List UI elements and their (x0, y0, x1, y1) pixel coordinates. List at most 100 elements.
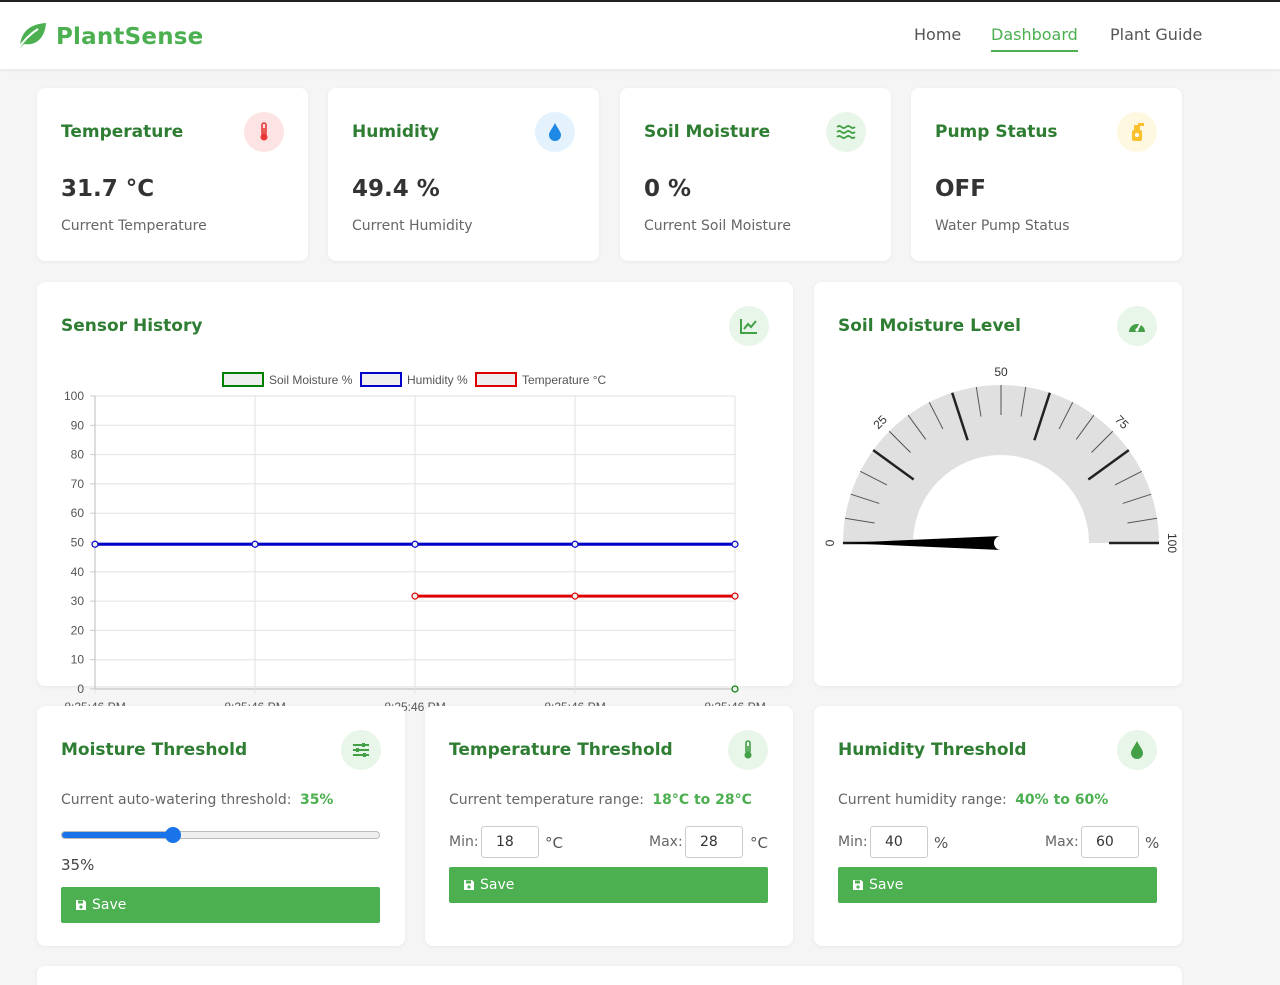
moisture-save-label: Save (92, 897, 127, 913)
y-tick-label: 100 (64, 389, 84, 403)
temperature-save-button[interactable]: Save (449, 867, 768, 903)
humidity-card: Humidity 49.4 % Current Humidity (328, 88, 599, 261)
data-point (731, 685, 739, 693)
nav-home[interactable]: Home (914, 25, 961, 44)
y-tick-label: 90 (71, 418, 85, 432)
moisture-threshold-title: Moisture Threshold (61, 740, 248, 760)
slider-thumb[interactable] (164, 827, 181, 843)
y-tick-label: 0 (77, 682, 84, 696)
nav-dashboard[interactable]: Dashboard (991, 25, 1078, 52)
soil-moisture-card: Soil Moisture 0 % Current Soil Moisture (620, 88, 891, 261)
brand[interactable]: PlantSense (16, 20, 203, 54)
soil-moisture-value: 0 % (644, 176, 692, 202)
moisture-threshold-current: 35% (299, 792, 334, 808)
data-point (731, 592, 739, 600)
legend-swatch (360, 372, 402, 387)
pump-status-value: OFF (935, 176, 986, 202)
data-point (571, 540, 579, 548)
soil-moisture-gauge: 0 25 50 75 100 (823, 365, 1179, 553)
line-chart-icon (729, 306, 769, 346)
y-tick-label: 60 (71, 506, 85, 520)
humidity-title: Humidity (352, 122, 440, 142)
temperature-value: 31.7 °C (61, 176, 155, 202)
legend-label: Humidity % (407, 373, 468, 387)
temperature-threshold-card: Temperature Threshold Current temperatur… (425, 706, 793, 946)
thermometer-icon (728, 730, 768, 770)
data-point (91, 540, 99, 548)
data-point (251, 540, 259, 548)
legend-swatch (475, 372, 517, 387)
humidity-threshold-label: Current humidity range: (838, 792, 1007, 808)
data-point (571, 592, 579, 600)
brand-name: PlantSense (56, 24, 204, 50)
y-tick-label: 80 (71, 448, 85, 462)
sliders-icon (341, 730, 381, 770)
y-tick-label: 20 (71, 623, 85, 637)
temp-max-label: Max: (649, 834, 683, 850)
soil-moisture-subtitle: Current Soil Moisture (644, 218, 791, 234)
temperature-card: Temperature 31.7 °C Current Temperature (37, 88, 308, 261)
humidity-max-input[interactable] (1081, 826, 1139, 858)
soil-moisture-title: Soil Moisture (644, 122, 771, 142)
gauge-tick-label: 50 (994, 365, 1008, 379)
slider-fill (62, 832, 173, 838)
moisture-threshold-slider[interactable] (61, 827, 380, 843)
humidity-subtitle: Current Humidity (352, 218, 473, 234)
temp-min-label: Min: (449, 834, 479, 850)
temperature-threshold-current: 18°C to 28°C (652, 792, 752, 808)
humidity-save-label: Save (869, 877, 904, 893)
humidity-max-unit: % (1145, 834, 1160, 852)
nav-plant-guide[interactable]: Plant Guide (1110, 25, 1202, 44)
save-icon (853, 880, 863, 890)
pump-status-title: Pump Status (935, 122, 1058, 142)
moisture-save-button[interactable]: Save (61, 887, 380, 923)
temperature-threshold-title: Temperature Threshold (449, 740, 673, 760)
y-tick-label: 70 (71, 477, 85, 491)
data-point (411, 540, 419, 548)
temp-min-unit: °C (545, 834, 563, 852)
gauge-tick-label: 75 (1112, 413, 1132, 433)
leaf-icon (16, 20, 48, 54)
gauge-icon (1117, 306, 1157, 346)
y-tick-label: 10 (71, 653, 85, 667)
y-tick-label: 30 (71, 594, 85, 608)
save-icon (464, 880, 474, 890)
humidity-threshold-title: Humidity Threshold (838, 740, 1027, 760)
temp-min-input[interactable] (481, 826, 539, 858)
gauge-tick-label: 25 (871, 412, 891, 432)
gauge-tick-label: 100 (1165, 533, 1179, 553)
humidity-min-input[interactable] (870, 826, 928, 858)
pump-status-card: Pump Status OFF Water Pump Status (911, 88, 1182, 261)
humidity-max-label: Max: (1045, 834, 1079, 850)
sensor-history-chart: Soil Moisture % Humidity % Temperature °C 0… (64, 372, 766, 714)
sensor-history-title: Sensor History (61, 316, 203, 336)
temperature-subtitle: Current Temperature (61, 218, 207, 234)
humidity-save-button[interactable]: Save (838, 867, 1157, 903)
y-tick-label: 40 (71, 565, 85, 579)
legend-swatch (222, 372, 264, 387)
humidity-threshold-current: 40% to 60% (1015, 792, 1109, 808)
humidity-min-label: Min: (838, 834, 868, 850)
moisture-threshold-description: Current auto-watering threshold: 35% (61, 792, 333, 808)
humidity-min-unit: % (934, 834, 949, 852)
temperature-threshold-description: Current temperature range: 18°C to 28°C (449, 792, 752, 808)
y-tick-label: 50 (71, 536, 85, 550)
moisture-threshold-label: Current auto-watering threshold: (61, 792, 292, 808)
save-icon (76, 900, 86, 910)
water-waves-icon (826, 112, 866, 152)
bottom-card (37, 966, 1182, 985)
gauge-title: Soil Moisture Level (838, 316, 1021, 336)
pump-status-subtitle: Water Pump Status (935, 218, 1070, 234)
data-point (411, 592, 419, 600)
spray-bottle-icon (1117, 112, 1157, 152)
water-drop-icon (1117, 730, 1157, 770)
water-drop-icon (535, 112, 575, 152)
soil-moisture-gauge-card: Soil Moisture Level 0 25 50 75 100 (814, 282, 1182, 686)
navbar: PlantSense Home Dashboard Plant Guide (0, 2, 1280, 69)
data-point (731, 540, 739, 548)
thermometer-icon (244, 112, 284, 152)
legend-label: Temperature °C (522, 373, 606, 387)
temp-max-unit: °C (750, 834, 768, 852)
humidity-threshold-card: Humidity Threshold Current humidity rang… (814, 706, 1182, 946)
temp-max-input[interactable] (685, 826, 743, 858)
